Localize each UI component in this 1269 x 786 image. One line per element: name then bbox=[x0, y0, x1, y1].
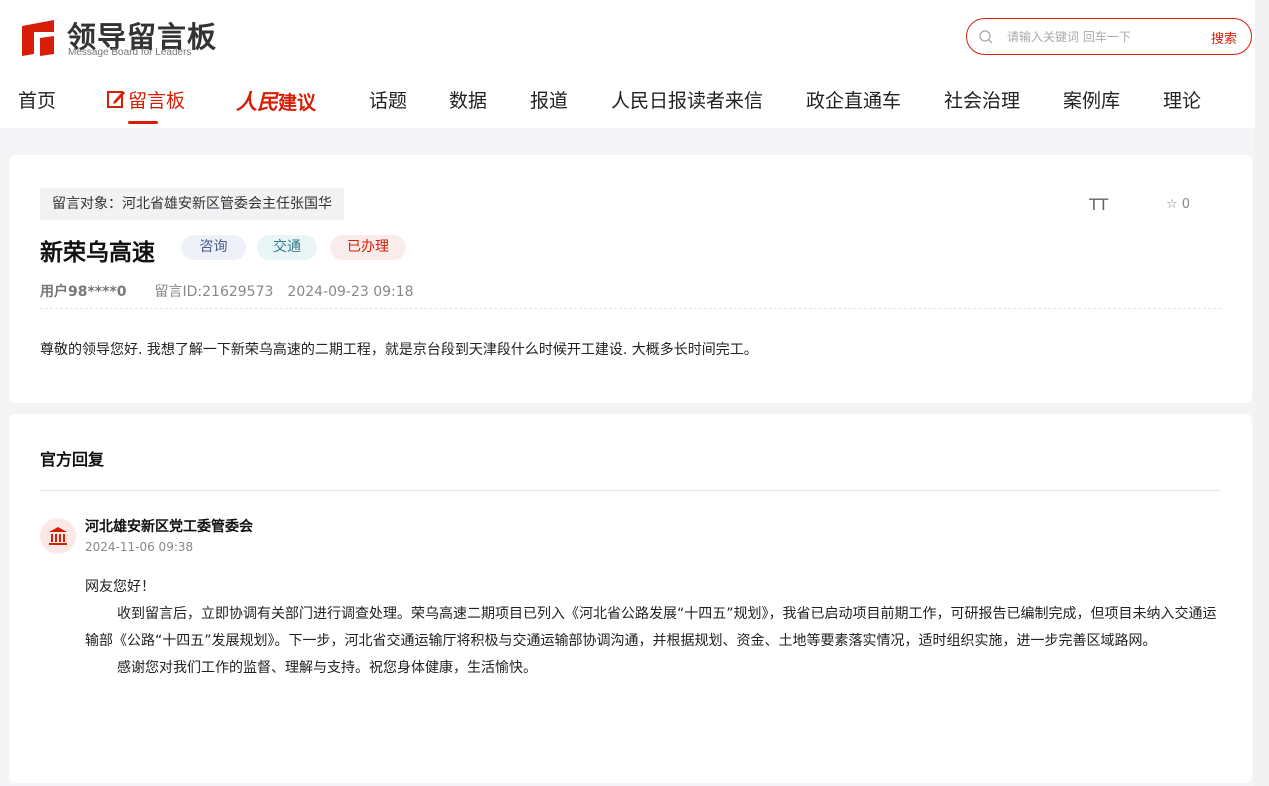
reply-divider bbox=[40, 490, 1221, 491]
government-building-icon bbox=[49, 527, 67, 545]
reply-body: 网友您好！ 收到留言后，立即协调有关部门进行调查处理。荣乌高速二期项目已列入《河… bbox=[85, 574, 1225, 682]
logo-mark-icon bbox=[22, 20, 54, 56]
message-content: 尊敬的领导您好. 我想了解一下新荣乌高速的二期工程，就是京台段到天津段什么时候开… bbox=[40, 342, 758, 358]
main-nav: 首页 留言板 人民建议 话题 数据 报道 人民日报读者来信 政企直通车 社会治理… bbox=[0, 86, 1269, 128]
edit-icon bbox=[107, 91, 125, 108]
scrollbar[interactable] bbox=[1255, 0, 1269, 786]
message-id: 留言ID:21629573 bbox=[154, 284, 274, 300]
nav-item-gov-business[interactable]: 政企直通车 bbox=[806, 86, 901, 113]
dashed-divider bbox=[40, 308, 1221, 309]
nav-item-suggestion-label: 建议 bbox=[278, 92, 317, 114]
reply-paragraph: 感谢您对我们工作的监督、理解与支持。祝您身体健康，生活愉快。 bbox=[117, 660, 537, 676]
font-size-label: TT bbox=[1089, 195, 1109, 214]
search-input[interactable] bbox=[1007, 27, 1187, 47]
reply-paragraph: 收到留言后，立即协调有关部门进行调查处理。荣乌高速二期项目已列入《河北省公路发展… bbox=[85, 606, 1217, 649]
avatar bbox=[40, 518, 76, 554]
nav-active-underline bbox=[128, 121, 158, 124]
star-icon: ☆ bbox=[1166, 197, 1178, 212]
nav-item-topics[interactable]: 话题 bbox=[369, 86, 407, 113]
message-target: 留言对象：河北省雄安新区管委会主任张国华 bbox=[40, 188, 344, 220]
nav-item-suggestion[interactable]: 人民建议 bbox=[236, 86, 316, 116]
nav-item-home[interactable]: 首页 bbox=[18, 86, 56, 113]
message-meta: 用户98****0 留言ID:21629573 2024-09-23 09:18 bbox=[40, 281, 414, 301]
search-icon bbox=[979, 30, 993, 44]
message-card: 留言对象：河北省雄安新区管委会主任张国华 TT ☆ 0 新荣乌高速 咨询 交通 … bbox=[9, 155, 1252, 403]
favorite-count: 0 bbox=[1181, 197, 1191, 212]
font-size-icon[interactable]: TT bbox=[1089, 195, 1108, 214]
reply-card: 官方回复 河北雄安新区党工委管委会 2024-11-06 09:38 网友您好！… bbox=[9, 414, 1252, 783]
search-box: 搜索 bbox=[966, 18, 1252, 55]
nav-item-reports[interactable]: 报道 bbox=[530, 86, 568, 113]
reply-org-name: 河北雄安新区党工委管委会 bbox=[85, 519, 253, 535]
message-user: 用户98****0 bbox=[40, 284, 127, 300]
message-datetime: 2024-09-23 09:18 bbox=[287, 284, 414, 300]
favorite-button[interactable]: ☆ 0 bbox=[1166, 197, 1190, 212]
renmin-script-label: 人民 bbox=[236, 89, 278, 114]
status-badge: 已办理 bbox=[330, 235, 406, 260]
reply-date: 2024-11-06 09:38 bbox=[85, 540, 194, 554]
reply-heading: 官方回复 bbox=[40, 450, 105, 469]
nav-item-message-board[interactable]: 留言板 bbox=[106, 86, 185, 113]
tag-traffic: 交通 bbox=[257, 235, 317, 260]
tag-consult: 咨询 bbox=[181, 235, 246, 260]
message-title: 新荣乌高速 bbox=[40, 240, 155, 266]
nav-item-theory[interactable]: 理论 bbox=[1163, 86, 1201, 113]
logo-subtitle: Message Board for Leaders bbox=[68, 47, 192, 58]
nav-item-reader-letters[interactable]: 人民日报读者来信 bbox=[611, 86, 763, 113]
nav-item-social-governance[interactable]: 社会治理 bbox=[944, 86, 1020, 113]
search-button[interactable]: 搜索 bbox=[1211, 28, 1237, 47]
site-header: 领导留言板 Message Board for Leaders 搜索 首页 留言… bbox=[0, 0, 1269, 128]
reply-greeting: 网友您好！ bbox=[85, 579, 155, 595]
nav-item-data[interactable]: 数据 bbox=[449, 86, 487, 113]
nav-item-case-library[interactable]: 案例库 bbox=[1063, 86, 1120, 113]
nav-item-message-board-label: 留言板 bbox=[128, 90, 186, 112]
